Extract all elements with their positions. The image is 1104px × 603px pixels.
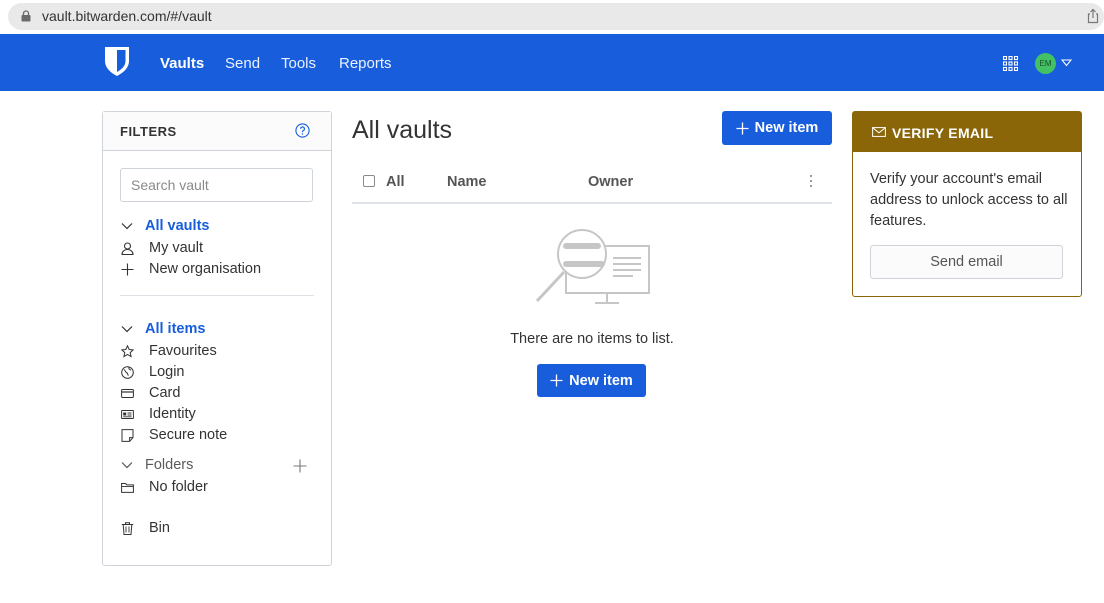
- identity-label: Identity: [149, 406, 196, 422]
- globe-icon: [121, 365, 134, 379]
- bin-label: Bin: [149, 520, 170, 536]
- bin-filter[interactable]: Bin: [121, 520, 170, 536]
- verify-email-header: VERIFY EMAIL: [853, 112, 1081, 152]
- empty-search-illustration-icon: [535, 229, 650, 304]
- folders-label: Folders: [145, 457, 194, 473]
- new-organisation-label: New organisation: [149, 261, 262, 277]
- card-filter[interactable]: Card: [121, 385, 180, 401]
- new-item-label: New item: [754, 120, 819, 136]
- send-email-button[interactable]: Send email: [870, 245, 1063, 279]
- avatar[interactable]: EM: [1035, 53, 1056, 74]
- new-item-button[interactable]: New item: [722, 111, 832, 145]
- select-all-checkbox[interactable]: [363, 175, 375, 187]
- folder-icon: [121, 482, 134, 493]
- credit-card-icon: [121, 388, 134, 398]
- card-label: Card: [149, 385, 181, 401]
- empty-new-item-button[interactable]: New item: [537, 364, 646, 397]
- user-icon: [121, 241, 134, 255]
- secure-note-filter[interactable]: Secure note: [121, 427, 227, 443]
- verify-email-message: Verify your account's email address to u…: [870, 171, 1068, 229]
- all-items-label: All items: [145, 321, 206, 337]
- favourites-label: Favourites: [149, 343, 217, 359]
- filters-panel: FILTERS All vaults My vault New organisa…: [102, 111, 332, 566]
- search-vault-input[interactable]: [120, 168, 313, 202]
- plus-icon: [121, 263, 134, 275]
- id-card-icon: [121, 409, 134, 419]
- no-folder-filter[interactable]: No folder: [121, 479, 208, 495]
- url-text[interactable]: vault.bitwarden.com/#/vault: [42, 8, 212, 24]
- empty-state-text: There are no items to list.: [510, 331, 674, 347]
- nav-tools[interactable]: Tools: [281, 55, 316, 72]
- chevron-down-icon: [121, 462, 133, 469]
- verify-email-card: VERIFY EMAIL Verify your account's email…: [852, 111, 1082, 297]
- column-owner[interactable]: Owner: [588, 174, 633, 190]
- new-organisation-filter[interactable]: New organisation: [121, 261, 261, 277]
- more-options-icon[interactable]: [809, 173, 813, 189]
- product-switcher-icon[interactable]: [1003, 56, 1018, 71]
- trash-icon: [121, 521, 134, 535]
- chevron-down-icon: [121, 223, 133, 230]
- note-icon: [121, 428, 134, 442]
- filters-header: FILTERS: [103, 112, 331, 151]
- top-navbar: Vaults Send Tools Reports EM: [0, 34, 1104, 91]
- nav-vaults[interactable]: Vaults: [160, 55, 204, 72]
- page-title: All vaults: [352, 116, 453, 144]
- filters-title: FILTERS: [120, 124, 177, 139]
- share-icon[interactable]: [1086, 8, 1100, 24]
- my-vault-label: My vault: [149, 240, 203, 256]
- all-vaults-label: All vaults: [145, 218, 210, 234]
- column-all: All: [386, 174, 405, 190]
- secure-note-label: Secure note: [149, 427, 228, 443]
- caret-down-icon[interactable]: [1061, 59, 1072, 67]
- empty-new-item-label: New item: [569, 372, 633, 389]
- star-icon: [121, 344, 134, 358]
- browser-url-bar: vault.bitwarden.com/#/vault: [0, 0, 1104, 34]
- login-filter[interactable]: Login: [121, 364, 184, 380]
- column-name[interactable]: Name: [447, 174, 487, 190]
- envelope-icon: [872, 127, 886, 137]
- chevron-down-icon: [121, 326, 133, 333]
- verify-email-title: VERIFY EMAIL: [892, 125, 994, 141]
- no-folder-label: No folder: [149, 479, 208, 495]
- lock-icon: [21, 10, 31, 22]
- all-items-filter[interactable]: All items: [121, 321, 205, 337]
- plus-icon: [550, 374, 563, 387]
- identity-filter[interactable]: Identity: [121, 406, 196, 422]
- favourites-filter[interactable]: Favourites: [121, 343, 217, 359]
- add-folder-icon[interactable]: [293, 459, 307, 473]
- table-header: All Name Owner: [352, 162, 832, 204]
- nav-send[interactable]: Send: [225, 55, 260, 72]
- all-vaults-filter[interactable]: All vaults: [121, 218, 209, 234]
- my-vault-filter[interactable]: My vault: [121, 240, 203, 256]
- nav-reports[interactable]: Reports: [339, 55, 392, 72]
- plus-icon: [736, 122, 749, 134]
- divider: [120, 295, 314, 296]
- help-icon[interactable]: [295, 123, 310, 138]
- bitwarden-logo-icon[interactable]: [104, 46, 130, 77]
- folders-filter[interactable]: Folders: [121, 457, 193, 473]
- login-label: Login: [149, 364, 185, 380]
